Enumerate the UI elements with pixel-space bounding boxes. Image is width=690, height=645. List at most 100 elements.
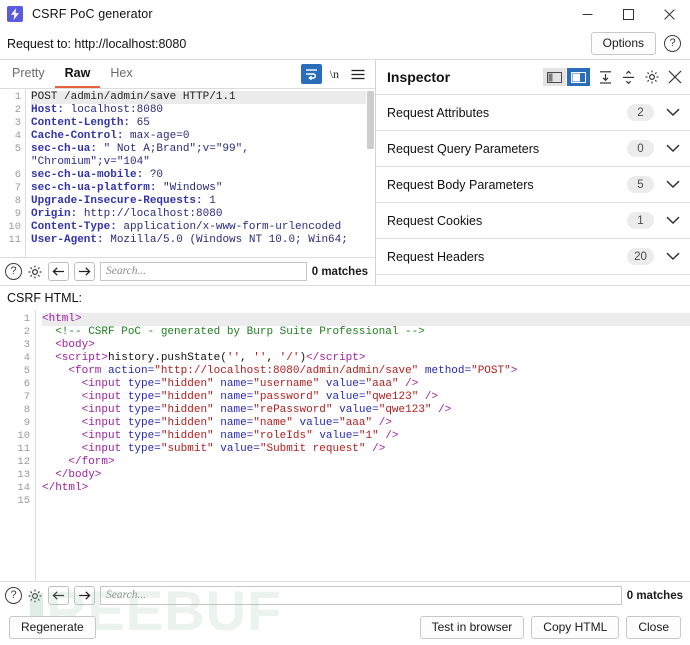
csrf-find-help-icon[interactable]: ? <box>5 587 22 604</box>
csrf-line-number: 12 <box>17 456 30 468</box>
request-line: Host: localhost:8080 <box>31 104 164 116</box>
csrf-line-number: 8 <box>23 404 30 416</box>
options-button[interactable]: Options <box>590 32 656 55</box>
minimize-icon[interactable] <box>567 0 608 28</box>
csrf-line-numbers: 1 2 3 4 5 6 7 8 9 10 11 12 13 14 15 <box>0 310 36 581</box>
tab-raw[interactable]: Raw <box>54 60 101 88</box>
inspector-section-count: 5 <box>627 176 654 193</box>
chevron-down-icon[interactable] <box>666 180 680 189</box>
newline-toggle-icon[interactable]: \n <box>329 67 340 82</box>
regenerate-button[interactable]: Regenerate <box>9 615 96 639</box>
csrf-line: <input type="hidden" name="password" val… <box>81 391 439 403</box>
inspector-sections: Request Attributes 2 Request Query Paramet… <box>376 95 690 275</box>
csrf-find-settings-gear-icon[interactable] <box>27 588 43 604</box>
csrf-search-input[interactable]: Search... <box>100 586 622 605</box>
chevron-down-icon[interactable] <box>666 252 680 261</box>
csrf-line: <html> <box>42 313 690 326</box>
csrf-html-code[interactable]: <html> <!-- CSRF PoC - generated by Burp… <box>36 310 690 581</box>
hamburger-menu-icon[interactable] <box>347 64 368 84</box>
chevron-down-icon[interactable] <box>666 108 680 117</box>
test-in-browser-button[interactable]: Test in browser <box>419 615 525 639</box>
inspector-section-count: 0 <box>627 140 654 157</box>
burp-lightning-icon <box>7 6 23 22</box>
close-icon[interactable] <box>649 0 690 28</box>
csrf-line-number: 4 <box>23 352 30 364</box>
window-controls <box>567 0 690 28</box>
inspector-section-row[interactable]: Request Body Parameters 5 <box>376 167 690 203</box>
request-line: sec-ch-ua: " Not A;Brand";v="99", <box>31 143 249 155</box>
inspector-layout-toggle <box>543 68 590 86</box>
request-view-tabs: Pretty Raw Hex \n <box>0 60 375 89</box>
inspector-section-label: Request Body Parameters <box>387 177 534 192</box>
csrf-line: <input type="submit" value="Submit reque… <box>81 443 386 455</box>
csrf-line-number: 10 <box>17 430 30 442</box>
request-editor[interactable]: 1 2 3 4 5 6 7 8 9 10 11 POST /admin/admin/save HTT… <box>0 89 375 257</box>
request-line: Content-Type: application/x-www-form-url… <box>31 221 342 233</box>
csrf-find-next-button[interactable] <box>74 586 95 605</box>
find-help-icon[interactable]: ? <box>5 263 22 280</box>
request-line: Origin: http://localhost:8080 <box>31 208 223 220</box>
request-view-tools: \n <box>300 60 375 88</box>
layout-left-icon[interactable] <box>543 68 566 86</box>
request-search-input[interactable]: Search... <box>100 262 307 281</box>
inspector-settings-gear-icon[interactable] <box>644 69 660 85</box>
chevron-down-icon[interactable] <box>666 216 680 225</box>
csrf-line: <form action="http://localhost:8080/admi… <box>68 365 518 377</box>
inspector-section-label: Request Headers <box>387 249 485 264</box>
layout-right-icon[interactable] <box>567 68 590 86</box>
csrf-find-previous-button[interactable] <box>48 586 69 605</box>
request-line-number <box>0 156 25 169</box>
request-line: "Chromium";v="104" <box>31 156 150 168</box>
csrf-html-editor[interactable]: 1 2 3 4 5 6 7 8 9 10 11 12 13 14 15 <html> <!-- CSRF P… <box>0 310 690 581</box>
inspector-section-label: Request Cookies <box>387 213 483 228</box>
inspector-section-row[interactable]: Request Attributes 2 <box>376 95 690 131</box>
find-previous-button[interactable] <box>48 262 69 281</box>
inspector-section-label: Request Attributes <box>387 105 490 120</box>
tab-hex[interactable]: Hex <box>100 60 142 88</box>
request-to-bar: Request to: http://localhost:8080 Option… <box>0 28 690 59</box>
request-line: sec-ch-ua-mobile: ?0 <box>31 169 164 181</box>
csrf-line: </html> <box>42 482 89 494</box>
csrf-line-number: 9 <box>23 417 30 429</box>
inspector-close-icon[interactable] <box>668 70 682 84</box>
inspector-section-label: Request Query Parameters <box>387 141 540 156</box>
find-next-button[interactable] <box>74 262 95 281</box>
csrf-line: </form> <box>68 456 115 468</box>
csrf-line: <script>history.pushState('', '', '/')</… <box>55 352 366 364</box>
csrf-find-bar: ? Search... 0 matches <box>0 581 690 609</box>
request-match-count: 0 matches <box>311 265 368 278</box>
close-button[interactable]: Close <box>626 615 681 639</box>
request-line: Cache-Control: max-age=0 <box>31 130 190 142</box>
tab-pretty[interactable]: Pretty <box>2 60 55 88</box>
csrf-line: <!-- CSRF PoC - generated by Burp Suite … <box>55 326 425 338</box>
maximize-icon[interactable] <box>608 0 649 28</box>
find-settings-gear-icon[interactable] <box>27 264 43 280</box>
collapse-all-icon[interactable] <box>598 70 613 85</box>
request-line-number: 4 <box>14 130 21 142</box>
csrf-line: </body> <box>55 469 102 481</box>
title-bar: CSRF PoC generator <box>0 0 690 28</box>
csrf-line: <input type="hidden" name="rePassword" v… <box>81 404 452 416</box>
inspector-section-row[interactable]: Request Cookies 1 <box>376 203 690 239</box>
window-title: CSRF PoC generator <box>32 7 153 21</box>
request-line-number: 7 <box>14 182 21 194</box>
csrf-line: <input type="hidden" name="roleIds" valu… <box>81 430 399 442</box>
csrf-line-number: 11 <box>17 443 30 455</box>
inspector-section-count: 2 <box>627 104 654 121</box>
copy-html-button[interactable]: Copy HTML <box>531 615 620 639</box>
inspector-section-row[interactable]: Request Headers 20 <box>376 239 690 275</box>
request-raw-text[interactable]: POST /admin/admin/save HTTP/1.1 Host: loc… <box>26 89 375 257</box>
chevron-down-icon[interactable] <box>666 144 680 153</box>
request-line: Content-Length: 65 <box>31 117 150 129</box>
request-line-number: 5 <box>14 143 21 155</box>
action-bar: Regenerate Test in browser Copy HTML Clo… <box>0 609 690 645</box>
csrf-line: <input type="hidden" name="name" value="… <box>81 417 392 429</box>
help-icon[interactable]: ? <box>664 35 681 52</box>
request-line-number: 1 <box>14 91 21 103</box>
action-bar-right: Test in browser Copy HTML Close <box>419 615 681 639</box>
expand-all-icon[interactable] <box>621 70 636 85</box>
request-scrollbar[interactable] <box>366 89 375 257</box>
word-wrap-icon[interactable] <box>300 64 322 84</box>
request-line-number: 11 <box>8 234 21 246</box>
inspector-section-row[interactable]: Request Query Parameters 0 <box>376 131 690 167</box>
